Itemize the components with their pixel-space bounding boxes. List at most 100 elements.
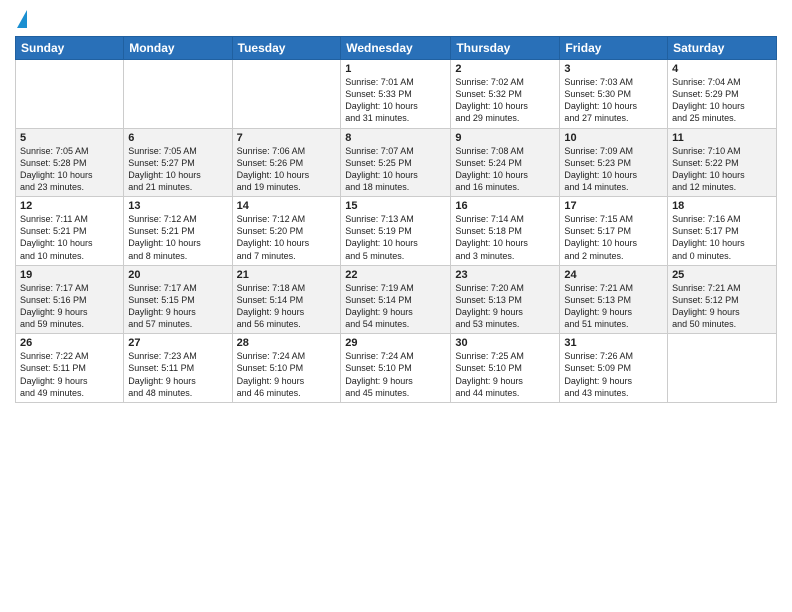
day-cell: 23Sunrise: 7:20 AMSunset: 5:13 PMDayligh… [451, 265, 560, 334]
day-info: Sunrise: 7:15 AMSunset: 5:17 PMDaylight:… [564, 213, 663, 262]
day-info: Sunrise: 7:19 AMSunset: 5:14 PMDaylight:… [345, 282, 446, 331]
day-info: Sunrise: 7:20 AMSunset: 5:13 PMDaylight:… [455, 282, 555, 331]
col-header-thursday: Thursday [451, 37, 560, 60]
day-info: Sunrise: 7:11 AMSunset: 5:21 PMDaylight:… [20, 213, 119, 262]
day-cell: 28Sunrise: 7:24 AMSunset: 5:10 PMDayligh… [232, 334, 341, 403]
day-number: 3 [564, 63, 663, 75]
day-cell: 16Sunrise: 7:14 AMSunset: 5:18 PMDayligh… [451, 197, 560, 266]
day-info: Sunrise: 7:09 AMSunset: 5:23 PMDaylight:… [564, 145, 663, 194]
day-cell: 1Sunrise: 7:01 AMSunset: 5:33 PMDaylight… [341, 60, 451, 129]
week-row-1: 1Sunrise: 7:01 AMSunset: 5:33 PMDaylight… [16, 60, 777, 129]
week-row-5: 26Sunrise: 7:22 AMSunset: 5:11 PMDayligh… [16, 334, 777, 403]
day-number: 22 [345, 269, 446, 281]
col-header-tuesday: Tuesday [232, 37, 341, 60]
day-cell: 3Sunrise: 7:03 AMSunset: 5:30 PMDaylight… [560, 60, 668, 129]
day-info: Sunrise: 7:18 AMSunset: 5:14 PMDaylight:… [237, 282, 337, 331]
day-number: 7 [237, 132, 337, 144]
day-number: 11 [672, 132, 772, 144]
day-info: Sunrise: 7:16 AMSunset: 5:17 PMDaylight:… [672, 213, 772, 262]
day-cell: 8Sunrise: 7:07 AMSunset: 5:25 PMDaylight… [341, 128, 451, 197]
day-cell: 22Sunrise: 7:19 AMSunset: 5:14 PMDayligh… [341, 265, 451, 334]
day-cell: 2Sunrise: 7:02 AMSunset: 5:32 PMDaylight… [451, 60, 560, 129]
day-cell: 31Sunrise: 7:26 AMSunset: 5:09 PMDayligh… [560, 334, 668, 403]
day-number: 2 [455, 63, 555, 75]
day-info: Sunrise: 7:24 AMSunset: 5:10 PMDaylight:… [237, 350, 337, 399]
day-info: Sunrise: 7:02 AMSunset: 5:32 PMDaylight:… [455, 76, 555, 125]
day-info: Sunrise: 7:08 AMSunset: 5:24 PMDaylight:… [455, 145, 555, 194]
day-number: 20 [128, 269, 227, 281]
day-number: 8 [345, 132, 446, 144]
day-cell [668, 334, 777, 403]
col-header-saturday: Saturday [668, 37, 777, 60]
day-info: Sunrise: 7:26 AMSunset: 5:09 PMDaylight:… [564, 350, 663, 399]
day-info: Sunrise: 7:25 AMSunset: 5:10 PMDaylight:… [455, 350, 555, 399]
day-cell: 6Sunrise: 7:05 AMSunset: 5:27 PMDaylight… [124, 128, 232, 197]
logo-triangle-icon [17, 10, 27, 28]
day-number: 4 [672, 63, 772, 75]
day-info: Sunrise: 7:13 AMSunset: 5:19 PMDaylight:… [345, 213, 446, 262]
day-number: 26 [20, 337, 119, 349]
day-cell: 24Sunrise: 7:21 AMSunset: 5:13 PMDayligh… [560, 265, 668, 334]
day-info: Sunrise: 7:12 AMSunset: 5:20 PMDaylight:… [237, 213, 337, 262]
day-cell: 14Sunrise: 7:12 AMSunset: 5:20 PMDayligh… [232, 197, 341, 266]
week-row-4: 19Sunrise: 7:17 AMSunset: 5:16 PMDayligh… [16, 265, 777, 334]
day-number: 5 [20, 132, 119, 144]
day-number: 21 [237, 269, 337, 281]
day-cell: 10Sunrise: 7:09 AMSunset: 5:23 PMDayligh… [560, 128, 668, 197]
day-cell: 9Sunrise: 7:08 AMSunset: 5:24 PMDaylight… [451, 128, 560, 197]
day-number: 1 [345, 63, 446, 75]
day-cell: 21Sunrise: 7:18 AMSunset: 5:14 PMDayligh… [232, 265, 341, 334]
col-header-monday: Monday [124, 37, 232, 60]
day-info: Sunrise: 7:03 AMSunset: 5:30 PMDaylight:… [564, 76, 663, 125]
day-number: 27 [128, 337, 227, 349]
day-number: 10 [564, 132, 663, 144]
day-number: 9 [455, 132, 555, 144]
day-number: 25 [672, 269, 772, 281]
col-header-friday: Friday [560, 37, 668, 60]
day-number: 23 [455, 269, 555, 281]
day-cell: 29Sunrise: 7:24 AMSunset: 5:10 PMDayligh… [341, 334, 451, 403]
day-number: 31 [564, 337, 663, 349]
day-number: 15 [345, 200, 446, 212]
col-header-wednesday: Wednesday [341, 37, 451, 60]
day-number: 17 [564, 200, 663, 212]
calendar-table: SundayMondayTuesdayWednesdayThursdayFrid… [15, 36, 777, 403]
day-number: 6 [128, 132, 227, 144]
day-cell: 30Sunrise: 7:25 AMSunset: 5:10 PMDayligh… [451, 334, 560, 403]
day-number: 18 [672, 200, 772, 212]
day-info: Sunrise: 7:17 AMSunset: 5:15 PMDaylight:… [128, 282, 227, 331]
logo [15, 10, 27, 30]
day-cell: 27Sunrise: 7:23 AMSunset: 5:11 PMDayligh… [124, 334, 232, 403]
day-cell: 4Sunrise: 7:04 AMSunset: 5:29 PMDaylight… [668, 60, 777, 129]
day-info: Sunrise: 7:23 AMSunset: 5:11 PMDaylight:… [128, 350, 227, 399]
day-cell: 13Sunrise: 7:12 AMSunset: 5:21 PMDayligh… [124, 197, 232, 266]
day-number: 29 [345, 337, 446, 349]
day-info: Sunrise: 7:12 AMSunset: 5:21 PMDaylight:… [128, 213, 227, 262]
day-cell: 15Sunrise: 7:13 AMSunset: 5:19 PMDayligh… [341, 197, 451, 266]
day-cell [124, 60, 232, 129]
day-info: Sunrise: 7:01 AMSunset: 5:33 PMDaylight:… [345, 76, 446, 125]
day-info: Sunrise: 7:24 AMSunset: 5:10 PMDaylight:… [345, 350, 446, 399]
day-number: 14 [237, 200, 337, 212]
day-cell: 26Sunrise: 7:22 AMSunset: 5:11 PMDayligh… [16, 334, 124, 403]
day-cell [16, 60, 124, 129]
day-info: Sunrise: 7:21 AMSunset: 5:13 PMDaylight:… [564, 282, 663, 331]
day-number: 19 [20, 269, 119, 281]
day-info: Sunrise: 7:06 AMSunset: 5:26 PMDaylight:… [237, 145, 337, 194]
day-cell: 5Sunrise: 7:05 AMSunset: 5:28 PMDaylight… [16, 128, 124, 197]
header [15, 10, 777, 30]
day-info: Sunrise: 7:10 AMSunset: 5:22 PMDaylight:… [672, 145, 772, 194]
day-cell: 25Sunrise: 7:21 AMSunset: 5:12 PMDayligh… [668, 265, 777, 334]
day-info: Sunrise: 7:05 AMSunset: 5:27 PMDaylight:… [128, 145, 227, 194]
week-row-2: 5Sunrise: 7:05 AMSunset: 5:28 PMDaylight… [16, 128, 777, 197]
day-info: Sunrise: 7:07 AMSunset: 5:25 PMDaylight:… [345, 145, 446, 194]
day-cell: 7Sunrise: 7:06 AMSunset: 5:26 PMDaylight… [232, 128, 341, 197]
day-info: Sunrise: 7:22 AMSunset: 5:11 PMDaylight:… [20, 350, 119, 399]
day-cell: 20Sunrise: 7:17 AMSunset: 5:15 PMDayligh… [124, 265, 232, 334]
day-info: Sunrise: 7:21 AMSunset: 5:12 PMDaylight:… [672, 282, 772, 331]
day-number: 30 [455, 337, 555, 349]
day-cell: 11Sunrise: 7:10 AMSunset: 5:22 PMDayligh… [668, 128, 777, 197]
day-number: 12 [20, 200, 119, 212]
day-number: 13 [128, 200, 227, 212]
day-cell: 12Sunrise: 7:11 AMSunset: 5:21 PMDayligh… [16, 197, 124, 266]
